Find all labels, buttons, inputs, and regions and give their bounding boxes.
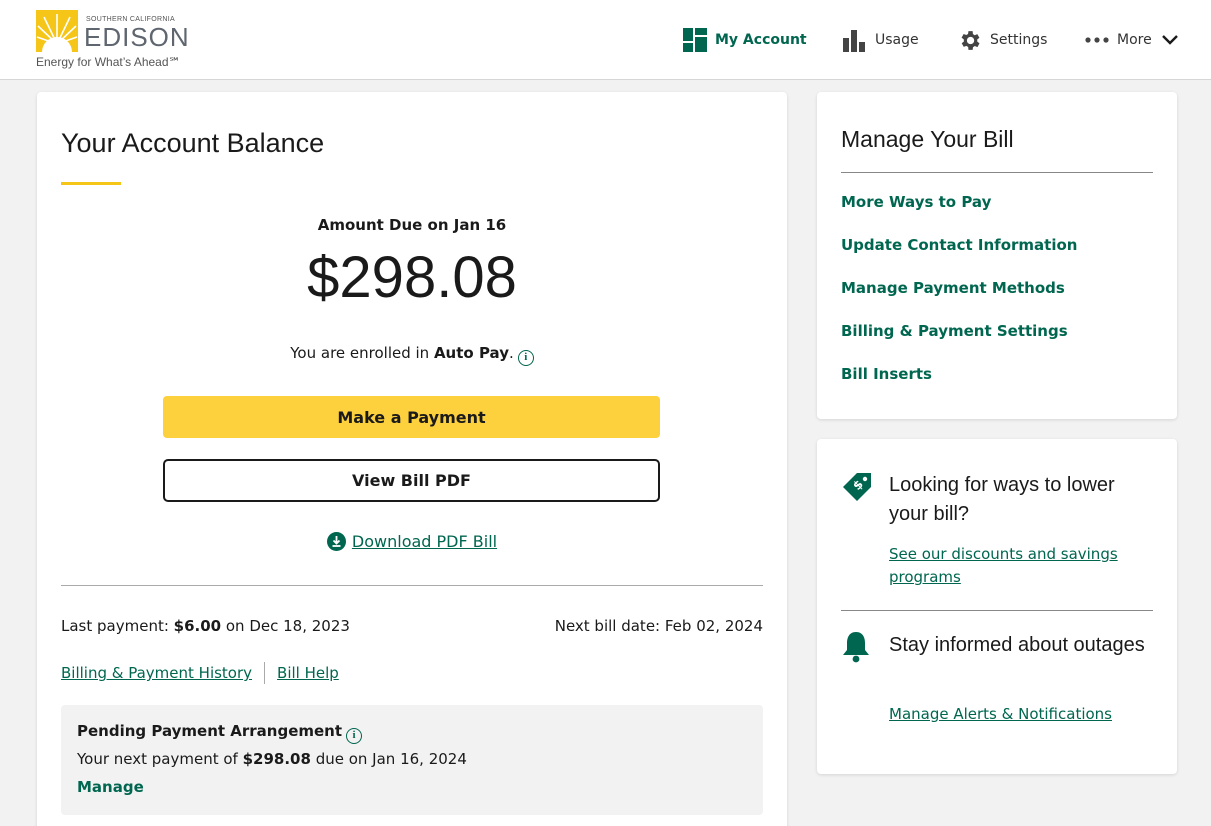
bill-help-link[interactable]: Bill Help (277, 664, 339, 682)
billing-history-link[interactable]: Billing & Payment History (61, 664, 252, 682)
info-icon[interactable]: i (346, 728, 363, 744)
nav-my-account-label: My Account (715, 32, 807, 48)
nav-settings-label: Settings (990, 32, 1048, 48)
manage-alerts-link[interactable]: Manage Alerts & Notifications (889, 703, 1139, 726)
pending-payment-panel: Pending Payment Arrangement i Your next p… (61, 705, 763, 815)
pending-manage-link[interactable]: Manage (77, 778, 144, 796)
nav-more[interactable]: More (1085, 26, 1178, 54)
nav-more-label: More (1117, 32, 1152, 48)
pending-amount: $298.08 (242, 750, 311, 768)
manage-bill-title: Manage Your Bill (841, 126, 1014, 152)
download-icon (326, 532, 346, 551)
last-payment-amount: $6.00 (173, 617, 222, 635)
promo-card: $ Looking for ways to lower your bill? S… (817, 439, 1177, 774)
download-pdf-label: Download PDF Bill (351, 532, 498, 551)
update-contact-link[interactable]: Update Contact Information (841, 236, 1077, 279)
pending-description: Your next payment of $298.08 due on Jan … (77, 750, 467, 768)
payment-methods-link[interactable]: Manage Payment Methods (841, 279, 1077, 322)
link-separator (264, 662, 266, 684)
make-payment-button[interactable]: Make a Payment (163, 396, 660, 438)
pending-title: Pending Payment Arrangement (77, 722, 343, 740)
dashboard-icon (683, 28, 707, 52)
promo-divider (841, 610, 1153, 611)
section-divider (61, 585, 763, 586)
pending-title-row: Pending Payment Arrangement i (77, 722, 363, 744)
title-accent-bar (61, 182, 121, 185)
page-title: Your Account Balance (61, 128, 325, 158)
nav-usage-label: Usage (875, 32, 919, 48)
download-pdf-link[interactable]: Download PDF Bill (37, 532, 787, 551)
amount-due-label: Amount Due on Jan 16 (317, 216, 507, 234)
pending-text-suffix: due on Jan 16, 2024 (310, 750, 467, 768)
bar-chart-icon (843, 28, 867, 52)
bill-inserts-link[interactable]: Bill Inserts (841, 365, 1077, 408)
logo-wordmark: EDISON (84, 22, 190, 52)
autopay-prefix: You are enrolled in (290, 344, 434, 362)
price-tag-icon: $ (841, 471, 875, 509)
next-bill-date: Next bill date: Feb 02, 2024 (554, 617, 763, 635)
chevron-down-icon (1161, 35, 1178, 45)
last-payment-date: on Dec 18, 2023 (221, 617, 350, 635)
outage-heading: Stay informed about outages (889, 634, 1145, 656)
billing-links: Billing & Payment History Bill Help (61, 662, 339, 684)
more-ways-to-pay-link[interactable]: More Ways to Pay (841, 193, 1077, 236)
edison-logo[interactable]: SOUTHERN CALIFORNIA EDISON Energy for Wh… (36, 10, 206, 72)
amount-due-value: $298.08 (307, 245, 517, 310)
account-balance-card: Your Account Balance Amount Due on Jan 1… (37, 92, 787, 826)
logo-tagline: Energy for What’s Ahead℠ (36, 55, 181, 69)
sun-logo-icon (36, 10, 78, 52)
billing-settings-link[interactable]: Billing & Payment Settings (841, 322, 1077, 365)
gear-icon (957, 28, 982, 53)
manage-bill-links: More Ways to Pay Update Contact Informat… (841, 193, 1077, 408)
last-payment: Last payment: $6.00 on Dec 18, 2023 (61, 617, 350, 635)
view-bill-pdf-button[interactable]: View Bill PDF (163, 459, 660, 502)
top-header: SOUTHERN CALIFORNIA EDISON Energy for Wh… (0, 0, 1211, 80)
autopay-label: Auto Pay (433, 344, 509, 362)
nav-my-account[interactable]: My Account (683, 26, 807, 54)
nav-usage[interactable]: Usage (843, 26, 919, 54)
autopay-suffix: . (508, 344, 514, 362)
bell-icon (841, 629, 871, 667)
savings-programs-link[interactable]: See our discounts and savings programs (889, 543, 1139, 589)
more-dots-icon (1085, 36, 1109, 44)
manage-bill-card: Manage Your Bill More Ways to Pay Update… (817, 92, 1177, 419)
autopay-status: You are enrolled in Auto Pay. i (37, 344, 787, 366)
info-icon[interactable]: i (517, 350, 534, 366)
manage-bill-divider (841, 172, 1153, 173)
pending-text-prefix: Your next payment of (77, 750, 243, 768)
nav-settings[interactable]: Settings (957, 26, 1047, 54)
savings-heading: Looking for ways to lower your bill? (889, 474, 1115, 525)
last-payment-label: Last payment: (61, 617, 174, 635)
